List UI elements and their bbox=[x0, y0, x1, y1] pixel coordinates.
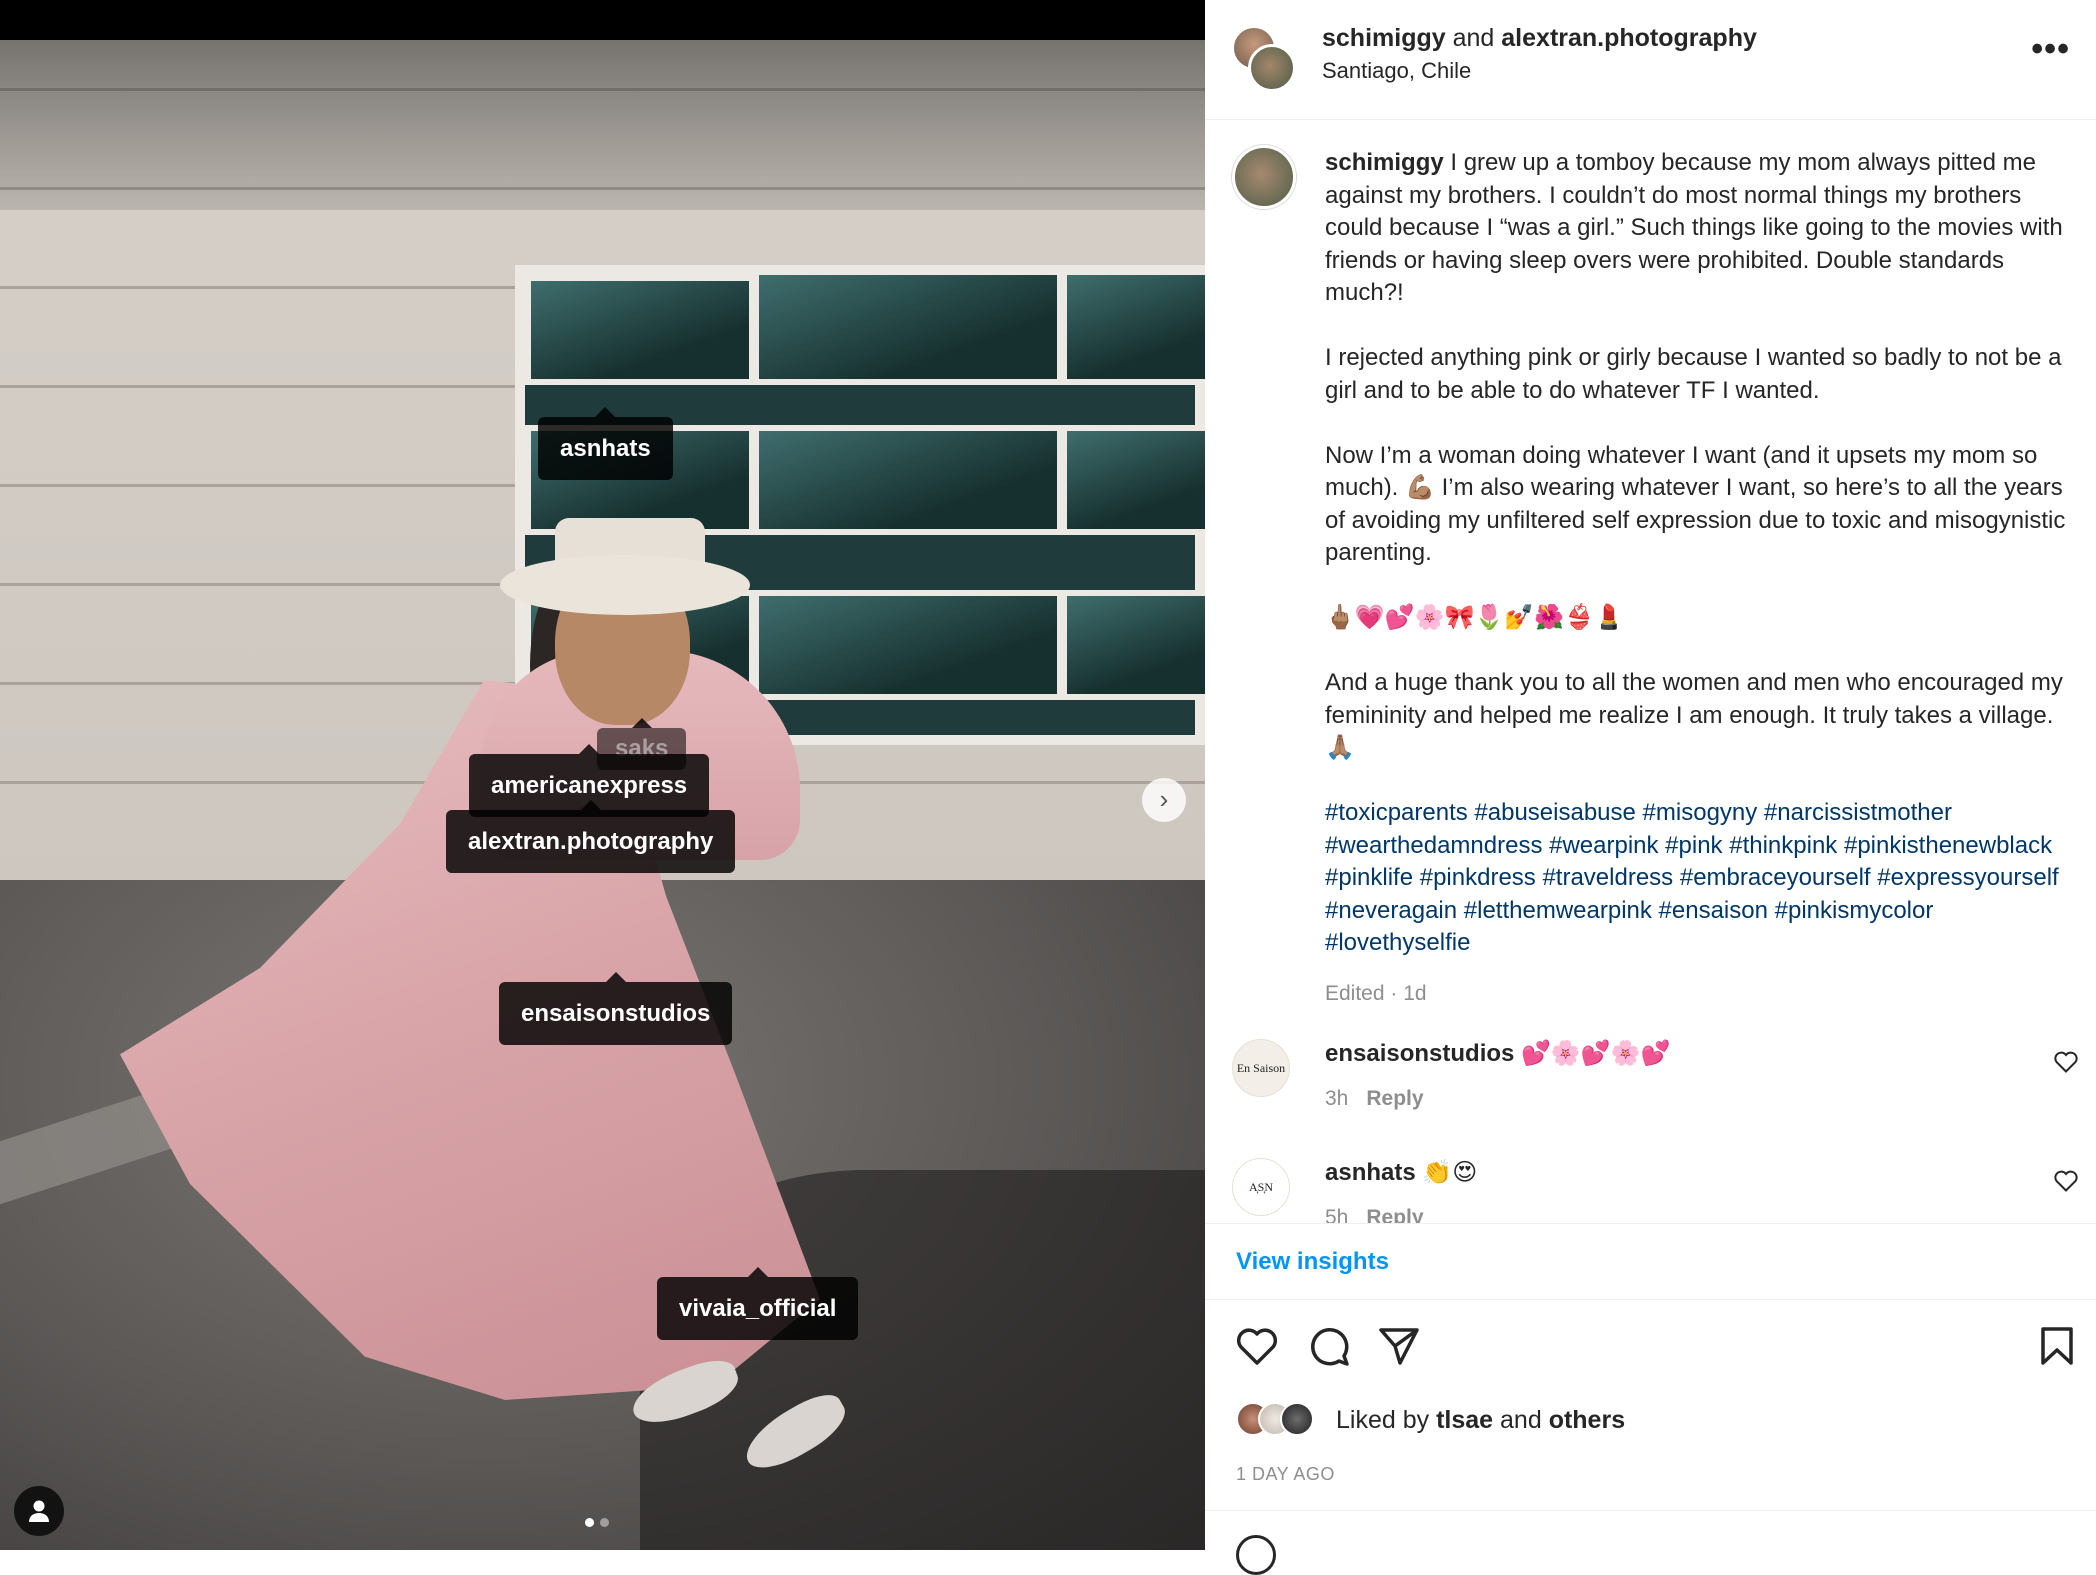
avatar[interactable]: A͎S͎N bbox=[1232, 1158, 1290, 1216]
photo-tag-alextran-photography[interactable]: alextran.photography bbox=[446, 800, 736, 873]
comment-text: 💕🌸💕🌸💕 bbox=[1521, 1040, 1671, 1067]
photo-tag-asnhats[interactable]: asnhats bbox=[538, 407, 673, 480]
comment-time: 3h bbox=[1325, 1087, 1349, 1110]
heart-icon[interactable] bbox=[2054, 1051, 2078, 1073]
emoji-icon[interactable] bbox=[1236, 1535, 1276, 1575]
carousel-indicator bbox=[585, 1518, 609, 1527]
comment-item: A͎S͎N asnhats 👏😍 5h Reply bbox=[1205, 1158, 2096, 1223]
user-tag-icon bbox=[29, 1500, 49, 1522]
avatar[interactable] bbox=[1232, 145, 1296, 209]
reply-button[interactable]: Reply bbox=[1366, 1087, 1423, 1110]
post-caption: schimiggy I grew up a tomboy because my … bbox=[1325, 147, 2070, 1011]
reply-button[interactable]: Reply bbox=[1366, 1206, 1423, 1223]
tagged-users-button[interactable] bbox=[14, 1486, 64, 1536]
more-icon[interactable]: ••• bbox=[2031, 30, 2070, 69]
liker-username[interactable]: tlsae bbox=[1436, 1406, 1493, 1434]
carousel-dot bbox=[600, 1518, 609, 1527]
caption-meta: Edited · 1d bbox=[1325, 982, 1427, 1005]
caption-paragraph: Now I’m a woman doing whatever I want (a… bbox=[1325, 441, 2066, 567]
comment-username[interactable]: asnhats bbox=[1325, 1159, 1416, 1186]
post-sidebar: schimiggy and alextran.photography Santi… bbox=[1205, 0, 2096, 1575]
heart-icon[interactable] bbox=[1236, 1326, 1278, 1366]
owner-username[interactable]: schimiggy bbox=[1322, 24, 1446, 52]
add-comment-bar[interactable] bbox=[1205, 1510, 2096, 1575]
bookmark-icon[interactable] bbox=[2039, 1326, 2075, 1366]
comment-icon[interactable] bbox=[1308, 1325, 1350, 1367]
post-actions: Liked by tlsae and others 1 DAY AGO bbox=[1205, 1300, 2096, 1510]
post-header: schimiggy and alextran.photography Santi… bbox=[1205, 0, 2096, 120]
comment-item: En Saison ensaisonstudios 💕🌸💕🌸💕 3h Reply bbox=[1205, 1039, 2096, 1149]
insights-bar: View insights bbox=[1205, 1223, 2096, 1300]
photo-tag-ensaisonstudios[interactable]: ensaisonstudios bbox=[499, 972, 733, 1045]
comment-time: 5h bbox=[1325, 1206, 1349, 1223]
carousel-next-button[interactable]: › bbox=[1142, 778, 1186, 822]
post-media[interactable]: asnhats saks americanexpress alextran.ph… bbox=[0, 0, 1205, 1550]
share-icon[interactable] bbox=[1378, 1326, 1420, 1366]
chevron-right-icon: › bbox=[1159, 784, 1169, 814]
photo-tag-vivaia-official[interactable]: vivaia_official bbox=[657, 1267, 859, 1340]
collaborator-username[interactable]: alextran.photography bbox=[1501, 24, 1757, 52]
heart-icon[interactable] bbox=[2054, 1170, 2078, 1192]
comment-text: 👏😍 bbox=[1422, 1159, 1478, 1186]
avatar bbox=[1248, 44, 1296, 92]
caption-username[interactable]: schimiggy bbox=[1325, 149, 1444, 176]
avatar bbox=[1280, 1402, 1314, 1436]
caption-paragraph: And a huge thank you to all the women an… bbox=[1325, 669, 2063, 761]
collab-avatars[interactable] bbox=[1232, 26, 1302, 92]
likes-others-link[interactable]: others bbox=[1549, 1406, 1625, 1434]
caption-emoji-line: 🖕🏽💗💕🌸🎀🌷💅🌺👙💄 bbox=[1325, 604, 1624, 631]
view-insights-link[interactable]: View insights bbox=[1236, 1248, 1389, 1276]
comment-username[interactable]: ensaisonstudios bbox=[1325, 1040, 1514, 1067]
caption-paragraph: I rejected anything pink or girly becaus… bbox=[1325, 344, 2062, 404]
comments-panel[interactable]: schimiggy I grew up a tomboy because my … bbox=[1205, 121, 2096, 1223]
post-authors: schimiggy and alextran.photography bbox=[1322, 24, 1757, 52]
caption-hashtags[interactable]: #toxicparents #abuseisabuse #misogyny #n… bbox=[1325, 797, 2070, 960]
carousel-dot-active bbox=[585, 1518, 594, 1527]
post-timestamp: 1 DAY AGO bbox=[1236, 1464, 1335, 1484]
post-location[interactable]: Santiago, Chile bbox=[1322, 58, 1471, 84]
avatar[interactable]: En Saison bbox=[1232, 1039, 1290, 1097]
